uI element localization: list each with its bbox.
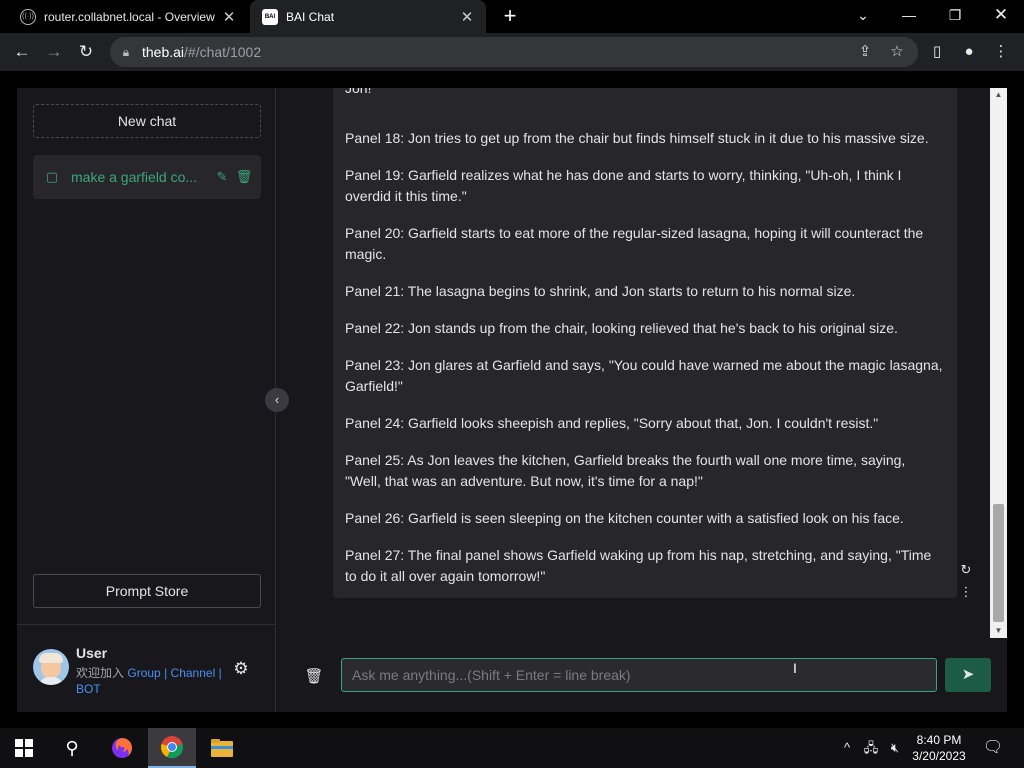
volume-muted-icon[interactable]: 🔇︎ [884, 728, 906, 768]
url-host: theb.ai [142, 44, 185, 60]
channel-link[interactable]: Channel [171, 666, 216, 680]
chat-item-title: make a garfield co... [71, 169, 198, 185]
more-options-icon[interactable]: ⋮ [958, 584, 974, 600]
scrollbar[interactable]: ▲ ▼ [990, 88, 1007, 638]
send-button[interactable]: ➤ [945, 658, 991, 692]
chat-input[interactable] [341, 658, 937, 692]
message-paragraph: Panel 24: Garfield looks sheepish and re… [345, 415, 879, 431]
message-paragraph: Panel 25: As Jon leaves the kitchen, Gar… [345, 452, 906, 489]
back-button[interactable]: ← [9, 39, 35, 65]
delete-icon[interactable]: 🗑︎ [233, 169, 255, 185]
message-paragraph: Panel 22: Jon stands up from the chair, … [345, 320, 898, 336]
separator: | [164, 666, 168, 680]
firefox-icon[interactable] [98, 728, 146, 768]
tab-title: BAI Chat [286, 9, 335, 24]
close-tab-icon[interactable]: ✕ [218, 8, 240, 26]
prompt-store-button[interactable]: Prompt Store [33, 574, 261, 608]
new-tab-button[interactable]: + [498, 4, 522, 28]
group-link[interactable]: Group [127, 666, 160, 680]
chat-bubble-icon: ▢ [45, 169, 59, 184]
tab-search-chevron-icon[interactable]: ⌄ [840, 0, 886, 33]
new-chat-button[interactable]: New chat [33, 104, 261, 138]
message-paragraph: Panel 20: Garfield starts to eat more of… [345, 225, 924, 262]
clear-chat-trash-icon[interactable]: 🗑︎ [303, 666, 325, 688]
sidebar: New chat ▢ make a garfield co... ✎ 🗑︎ Pr… [17, 88, 276, 712]
chat-app: New chat ▢ make a garfield co... ✎ 🗑︎ Pr… [17, 88, 1007, 712]
tab-router-overview[interactable]: ((·)) router.collabnet.local - Overview … [8, 0, 248, 33]
windows-logo-icon [15, 739, 33, 757]
message-paragraph: Panel 27: The final panel shows Garfield… [345, 547, 932, 584]
notifications-icon[interactable]: 🗨︎ [980, 728, 1006, 768]
network-icon[interactable]: 🖧︎ [860, 728, 882, 768]
bookmark-star-icon[interactable]: ☆ [884, 37, 910, 67]
close-tab-icon[interactable]: ✕ [456, 8, 478, 26]
taskbar-clock[interactable]: 8:40 PM 3/20/2023 [906, 732, 972, 764]
regenerate-icon[interactable]: ↻ [958, 562, 974, 578]
lock-icon: 🔒︎ [122, 44, 130, 59]
separator: | [218, 666, 222, 680]
text-cursor-icon: I [793, 660, 797, 676]
send-icon: ➤ [961, 666, 975, 683]
search-icon[interactable]: ⚲ [48, 728, 96, 768]
url-path: /#/chat/1002 [184, 44, 262, 60]
side-panel-icon[interactable]: ▯ [924, 39, 950, 65]
windows-taskbar: ⚲ ^ 🖧︎ 🔇︎ 8:40 PM 3/20/2023 🗨︎ [0, 728, 1024, 768]
avatar [33, 649, 69, 685]
message-paragraph: Panel 18: Jon tries to get up from the c… [345, 130, 929, 146]
message-paragraph: Panel 21: The lasagna begins to shrink, … [345, 283, 856, 299]
chrome-icon[interactable] [148, 728, 196, 768]
scroll-down-arrow-icon[interactable]: ▼ [990, 624, 1007, 638]
bai-logo-icon: BAI [262, 8, 278, 25]
router-icon: ((·)) [20, 8, 36, 25]
user-description: 欢迎加入 Group | Channel | BOT [76, 665, 236, 697]
input-row: 🗑︎ ➤ [293, 648, 1007, 712]
minimize-button[interactable]: — [886, 0, 932, 33]
join-text: 欢迎加入 [76, 666, 125, 680]
user-name: User [76, 645, 108, 661]
sidebar-chat-item[interactable]: ▢ make a garfield co... ✎ 🗑︎ [33, 155, 261, 199]
scroll-up-arrow-icon[interactable]: ▲ [990, 88, 1007, 102]
reload-button[interactable]: ↻ [73, 39, 99, 65]
assistant-message: Jon!" Panel 18: Jon tries to get up from… [333, 88, 957, 598]
scrollbar-thumb[interactable] [993, 504, 1004, 622]
message-paragraph: Panel 23: Jon glares at Garfield and say… [345, 357, 943, 394]
message-paragraph: Panel 26: Garfield is seen sleeping on t… [345, 510, 904, 526]
profile-icon[interactable]: ● [956, 39, 982, 65]
browser-tab-bar: ((·)) router.collabnet.local - Overview … [0, 0, 1024, 33]
browser-toolbar: ← → ↻ 🔒︎ theb.ai /#/chat/1002 ⇪ ☆ ▯ ● ⋮ [0, 33, 1024, 71]
restore-button[interactable]: ❐ [932, 0, 978, 33]
address-bar[interactable]: 🔒︎ theb.ai /#/chat/1002 ⇪ ☆ [110, 37, 918, 67]
user-area: User 欢迎加入 Group | Channel | BOT ⚙ [17, 624, 276, 712]
tab-bai-chat[interactable]: BAI BAI Chat ✕ [250, 0, 486, 33]
clock-time: 8:40 PM [916, 733, 962, 747]
menu-dots-icon[interactable]: ⋮ [988, 39, 1014, 65]
start-button[interactable] [0, 728, 48, 768]
gear-icon[interactable]: ⚙ [231, 659, 251, 679]
edit-icon[interactable]: ✎ [211, 169, 233, 185]
show-hidden-icons-chevron-icon[interactable]: ^ [838, 728, 856, 768]
clock-date: 3/20/2023 [912, 749, 966, 763]
close-window-button[interactable]: ✕ [978, 0, 1024, 33]
forward-button[interactable]: → [41, 39, 67, 65]
message-partial-line: Jon!" [345, 88, 377, 96]
share-icon[interactable]: ⇪ [852, 37, 878, 67]
tab-title: router.collabnet.local - Overview [44, 9, 215, 24]
collapse-sidebar-button[interactable]: ‹ [265, 388, 289, 412]
file-explorer-icon[interactable] [198, 728, 246, 768]
bot-link[interactable]: BOT [76, 682, 101, 696]
message-paragraph: Panel 19: Garfield realizes what he has … [345, 167, 902, 204]
